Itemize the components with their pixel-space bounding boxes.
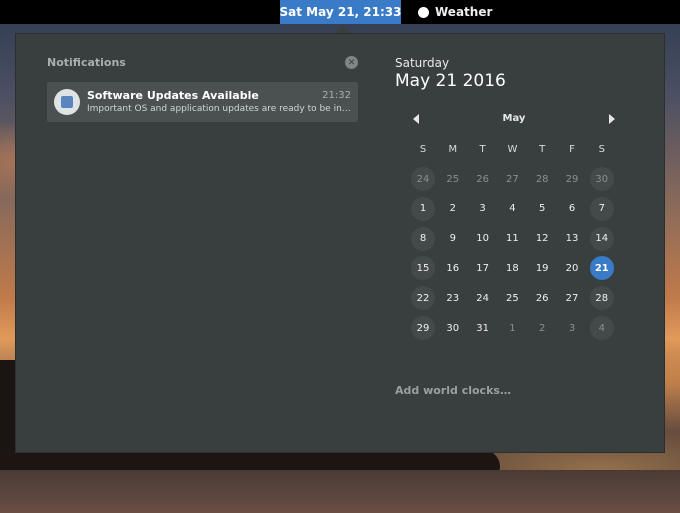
calendar-day[interactable]: 17	[471, 256, 495, 280]
notification-time: 21:32	[322, 90, 351, 101]
calendar-day[interactable]: 8	[411, 226, 435, 251]
calendar-day[interactable]: 4	[500, 197, 524, 221]
calendar-day[interactable]: 18	[500, 256, 524, 280]
day-header: W	[507, 143, 518, 155]
weekday-label: Saturday	[395, 56, 450, 70]
previous-month-icon[interactable]	[413, 114, 419, 124]
calendar-day[interactable]: 24	[411, 167, 435, 191]
month-label: May	[502, 113, 526, 124]
calendar-day[interactable]: 22	[411, 286, 435, 311]
add-world-clocks-link[interactable]: Add world clocks…	[395, 384, 511, 397]
calendar-day[interactable]: 9	[441, 227, 465, 251]
notifications-title: Notifications	[47, 56, 126, 69]
calendar-day[interactable]: 19	[530, 256, 554, 280]
calendar-day[interactable]: 25	[441, 167, 465, 191]
calendar-day[interactable]: 28	[589, 286, 614, 311]
calendar-day[interactable]: 20	[560, 256, 584, 280]
calendar-day[interactable]: 5	[530, 197, 554, 221]
day-header: M	[448, 143, 458, 155]
calendar-day[interactable]: 24	[471, 286, 495, 310]
calendar-day[interactable]: 7	[589, 196, 614, 221]
calendar-day[interactable]: 31	[471, 316, 495, 340]
calendar-day[interactable]: 13	[560, 227, 584, 251]
calendar-day[interactable]: 11	[500, 227, 524, 251]
weather-label: Weather	[435, 5, 493, 19]
calendar-day[interactable]: 27	[500, 167, 524, 191]
calendar-day[interactable]: 10	[471, 227, 495, 251]
calendar-day[interactable]: 2	[441, 197, 465, 221]
calendar-day[interactable]: 26	[530, 286, 554, 310]
wallpaper-water	[0, 470, 680, 513]
calendar-day[interactable]: 6	[560, 197, 584, 221]
popup-arrow	[335, 24, 351, 33]
calendar-day[interactable]: 3	[471, 197, 495, 221]
top-bar: Sat May 21, 21:33 Weather	[0, 0, 680, 24]
weather-button[interactable]: Weather	[418, 0, 492, 24]
calendar-day[interactable]: 29	[560, 167, 584, 191]
calendar-day[interactable]: 28	[530, 167, 554, 191]
calendar-day[interactable]: 26	[471, 167, 495, 191]
calendar-day[interactable]: 3	[560, 316, 584, 340]
calendar-day[interactable]: 2	[530, 316, 554, 340]
calendar-day[interactable]: 27	[560, 286, 584, 310]
day-header: F	[569, 143, 575, 155]
calendar-day[interactable]: 1	[500, 316, 524, 340]
notification-item[interactable]: Software Updates Available 21:32 Importa…	[47, 82, 358, 122]
calendar-day[interactable]: 12	[530, 227, 554, 251]
clear-notifications-button[interactable]: ✕	[345, 56, 358, 69]
calendar-day[interactable]: 4	[589, 316, 614, 340]
calendar-day-today[interactable]: 21	[589, 256, 614, 281]
clock-button[interactable]: Sat May 21, 21:33	[280, 0, 401, 24]
date-label[interactable]: May 21 2016	[395, 71, 506, 91]
calendar-day[interactable]: 14	[589, 226, 614, 251]
day-header: T	[539, 143, 546, 155]
day-header: S	[419, 143, 427, 155]
calendar-day[interactable]: 23	[441, 286, 465, 310]
calendar-day[interactable]: 30	[589, 167, 614, 191]
calendar-day[interactable]: 15	[411, 256, 435, 281]
day-header: S	[598, 143, 605, 155]
calendar-day[interactable]: 16	[441, 256, 465, 280]
calendar-day[interactable]: 25	[500, 286, 524, 310]
calendar-day[interactable]: 29	[411, 316, 435, 340]
notification-title: Software Updates Available	[87, 89, 259, 102]
weather-icon	[418, 6, 429, 18]
calendar-day[interactable]: 30	[441, 316, 465, 340]
day-header: T	[479, 143, 486, 155]
calendar-popup: Notifications ✕ Software Updates Availab…	[15, 33, 665, 453]
notification-body: Important OS and application updates are…	[87, 104, 352, 114]
calendar-day[interactable]: 1	[411, 196, 435, 221]
software-update-icon	[54, 89, 80, 115]
next-month-icon[interactable]	[609, 114, 615, 124]
